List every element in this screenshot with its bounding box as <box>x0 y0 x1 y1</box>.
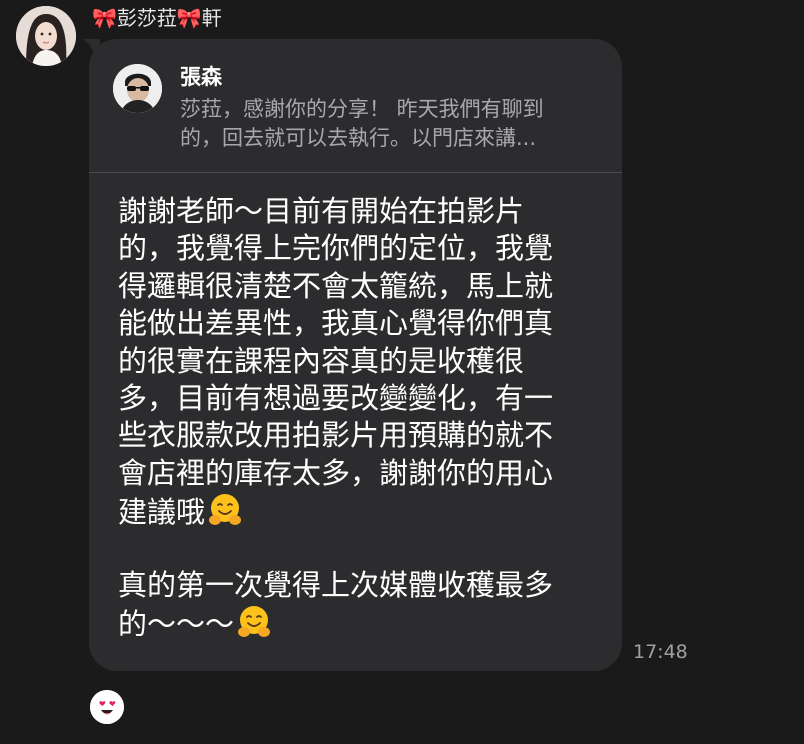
hugging-face-emoji-icon <box>207 492 243 537</box>
message-line-with-emoji: 的～～～ <box>118 604 598 641</box>
hugging-face-emoji-icon <box>236 604 272 649</box>
sender-avatar[interactable] <box>16 6 76 66</box>
message-line: 會店裡的庫存太多，謝謝你的用心 <box>118 455 554 490</box>
sender-name: 🎀彭莎菈🎀軒 <box>92 6 222 30</box>
message-line: 多，目前有想過要改變變化，有一 <box>118 380 554 415</box>
message-timestamp: 17:48 <box>633 641 688 663</box>
profile-photo-woman-icon <box>16 6 76 66</box>
message-line: 的，我覺得上完你們的定位，我覺 <box>118 231 554 266</box>
message-line: 得邏輯很清楚不會太籠統，馬上就 <box>118 268 554 303</box>
message-line: 建議哦 <box>118 495 206 530</box>
reply-preview-line: 的，回去就可以去執行。以門店來講... <box>180 126 537 150</box>
message-line: 的很實在課程內容真的是收穫很 <box>118 343 525 378</box>
reply-author-avatar[interactable] <box>113 64 162 113</box>
message-text: 謝謝老師～目前有開始在拍影片 的，我覺得上完你們的定位，我覺 得邏輯很清楚不會太… <box>118 193 598 642</box>
reply-preview[interactable]: 莎菈，感謝你的分享！ 昨天我們有聊到 的，回去就可以去執行。以門店來講... <box>180 95 600 153</box>
message-line-with-emoji: 建議哦 <box>118 492 598 529</box>
message-line: 謝謝老師～目前有開始在拍影片 <box>118 194 525 228</box>
reply-divider <box>89 172 622 173</box>
message-line: 些衣服款改用拍影片用預購的就不 <box>118 418 554 453</box>
profile-photo-man-sunglasses-icon <box>113 64 162 113</box>
reply-author-name: 張森 <box>180 65 222 89</box>
message-reaction[interactable] <box>90 690 124 724</box>
heart-eyes-emoji-icon <box>90 690 124 724</box>
message-line: 能做出差異性，我真心覺得你們真 <box>118 306 554 341</box>
message-line: 真的第一次覺得上次媒體收穫最多 <box>118 567 554 602</box>
reply-preview-line: 莎菈，感謝你的分享！ 昨天我們有聊到 <box>180 97 544 121</box>
message-line-blank <box>118 530 598 567</box>
message-line: 的～～～ <box>118 607 235 642</box>
